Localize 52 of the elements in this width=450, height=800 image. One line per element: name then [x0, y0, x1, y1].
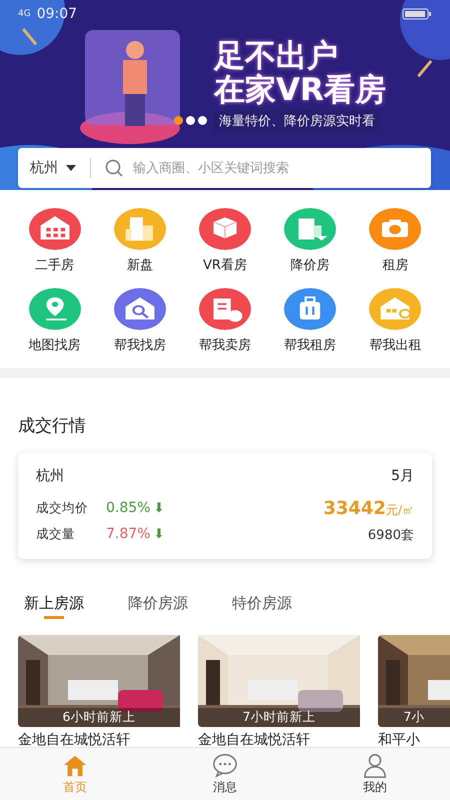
suitcase-icon[interactable]	[284, 288, 336, 330]
document-coin-icon[interactable]	[198, 288, 251, 330]
banner-tagline: 海量特价、降价房源实时看	[213, 110, 381, 132]
shortcut-label[interactable]: 帮我卖房	[198, 336, 251, 354]
month-label: 5月	[391, 467, 414, 485]
listing-tab[interactable]: 降价房源	[122, 593, 194, 619]
cube-icon[interactable]	[198, 208, 251, 250]
person-icon[interactable]	[361, 752, 389, 778]
shortcut-label[interactable]: 降价房	[290, 256, 330, 274]
city-selector[interactable]: 杭州	[30, 159, 58, 177]
network-indicator: 4G	[18, 9, 31, 19]
nav-tab[interactable]: 消息	[213, 779, 237, 796]
shortcut-label[interactable]: 帮我出租	[369, 336, 422, 354]
shortcut-label[interactable]: 二手房	[35, 256, 74, 274]
map-pin-icon[interactable]	[28, 288, 81, 330]
house-icon[interactable]	[28, 208, 81, 250]
banner-headline: 在家VR看房	[214, 72, 386, 108]
shortcut-label[interactable]: 租房	[382, 256, 408, 274]
shortcut-label[interactable]: VR看房	[203, 256, 247, 274]
banner-headline: 足不出户	[214, 38, 338, 74]
house-search-icon[interactable]	[114, 288, 166, 330]
listing-title[interactable]: 和平小	[378, 731, 450, 747]
listing-tab[interactable]: 特价房源	[226, 593, 298, 619]
building-down-icon[interactable]	[284, 208, 336, 250]
nav-tab[interactable]: 我的	[363, 779, 387, 796]
chat-bubble-icon[interactable]	[211, 752, 239, 778]
stat-label: 成交量	[36, 526, 76, 542]
camera-icon[interactable]	[369, 208, 422, 250]
battery-icon	[402, 8, 432, 20]
unit-label: 元/㎡	[386, 502, 414, 516]
stat-label: 成交均价	[36, 500, 89, 516]
shortcut-label[interactable]: 地图找房	[28, 336, 81, 354]
trend-arrow: ⬇	[153, 526, 164, 542]
city-name: 杭州	[36, 467, 64, 485]
time-badge: 6小时前新上	[18, 708, 180, 727]
change-value: 0.85%	[106, 500, 150, 516]
section-title: 成交行情	[18, 415, 87, 437]
listing-title[interactable]: 金地自在城悦活轩	[18, 731, 180, 747]
time-badge: 7小	[378, 708, 450, 727]
shortcut-label[interactable]: 帮我租房	[284, 336, 336, 354]
shortcut-label[interactable]: 帮我找房	[114, 336, 166, 354]
shortcut-label[interactable]: 新盘	[126, 256, 153, 274]
time-badge: 7小时前新上	[198, 708, 360, 727]
change-value: 7.87%	[106, 526, 150, 542]
caret-icon[interactable]	[66, 165, 76, 171]
listing-title[interactable]: 金地自在城悦活轩	[198, 731, 360, 747]
stat-value: 6980套	[368, 528, 414, 543]
stat-value: 33442	[323, 498, 386, 518]
status-time: 09:07	[36, 6, 78, 22]
search-field[interactable]: 杭州 输入商圈、小区关键词搜索	[18, 148, 431, 188]
search-icon	[105, 159, 123, 177]
trend-arrow: ⬇	[153, 500, 164, 516]
